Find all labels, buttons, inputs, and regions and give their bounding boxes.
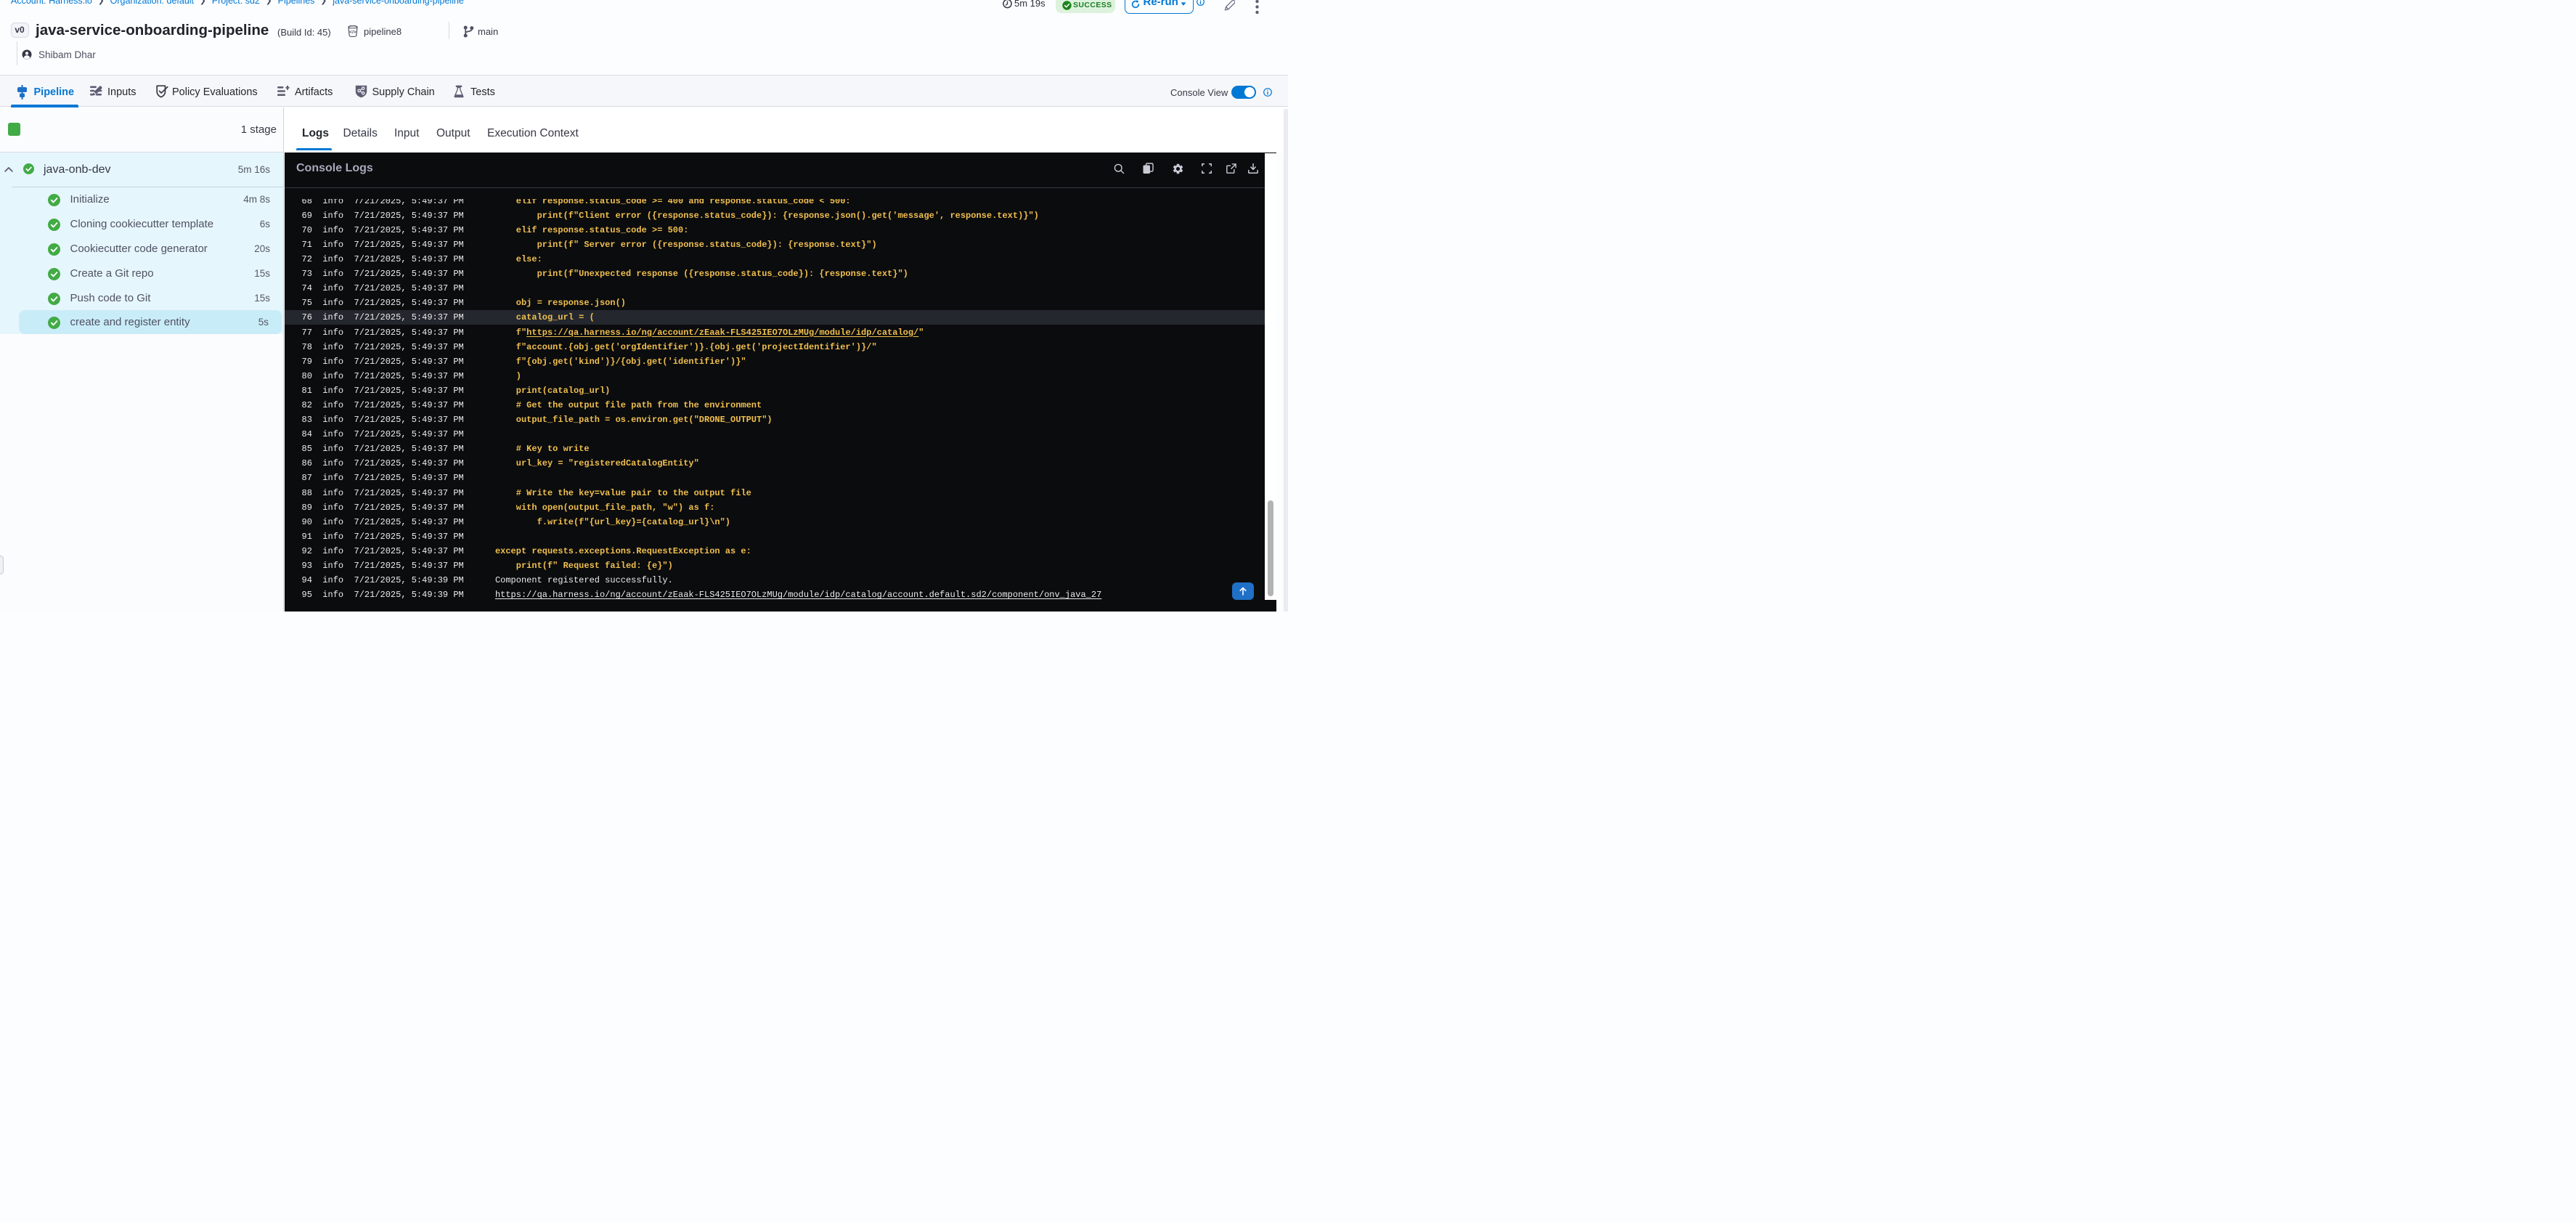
- svg-text:</>: </>: [349, 30, 356, 35]
